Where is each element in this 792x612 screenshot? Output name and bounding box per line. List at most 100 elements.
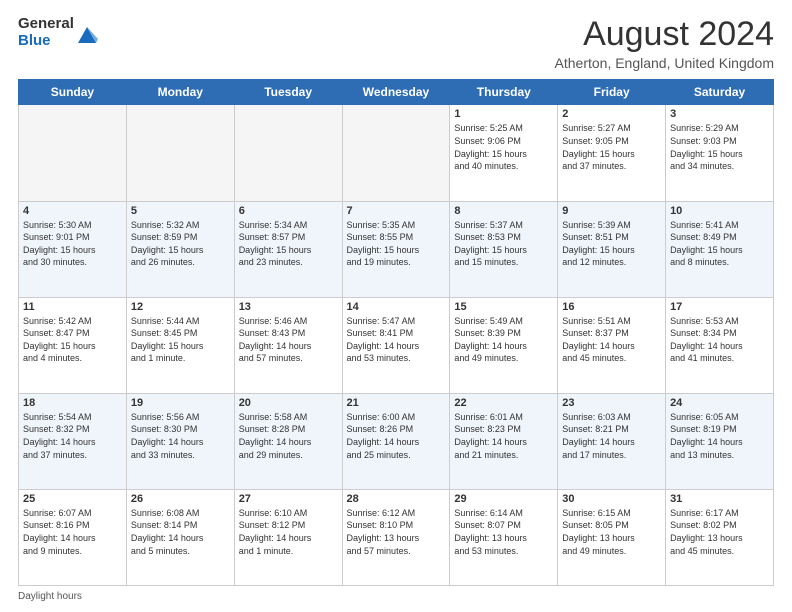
day-info: Sunrise: 5:46 AM Sunset: 8:43 PM Dayligh… [239,315,338,365]
title-section: August 2024 Atherton, England, United Ki… [555,16,774,71]
calendar-week-row: 25 Sunrise: 6:07 AM Sunset: 8:16 PM Dayli… [19,489,774,585]
day-number: 11 [23,301,122,313]
day-info: Sunrise: 6:08 AM Sunset: 8:14 PM Dayligh… [131,507,230,557]
logo: General Blue [18,16,98,49]
day-info: Sunrise: 5:47 AM Sunset: 8:41 PM Dayligh… [347,315,446,365]
calendar-day-header: Friday [558,80,666,105]
day-number: 5 [131,205,230,217]
calendar-cell: 7Sunrise: 5:35 AM Sunset: 8:55 PM Daylig… [342,201,450,297]
calendar-cell: 19 Sunrise: 5:56 AM Sunset: 8:30 PM Dayli… [126,393,234,489]
day-info: Sunrise: 5:41 AM Sunset: 8:49 PM Dayligh… [670,219,769,269]
page: General Blue August 2024 Atherton, Engla… [0,0,792,612]
calendar-cell: 5Sunrise: 5:32 AM Sunset: 8:59 PM Daylig… [126,201,234,297]
calendar-day-header: Sunday [19,80,127,105]
calendar-cell: 16 Sunrise: 5:51 AM Sunset: 8:37 PM Dayli… [558,297,666,393]
day-info: Sunrise: 5:54 AM Sunset: 8:32 PM Dayligh… [23,411,122,461]
calendar-cell: 31Sunrise: 6:17 AM Sunset: 8:02 PM Dayli… [666,489,774,585]
day-info: Sunrise: 6:14 AM Sunset: 8:07 PM Dayligh… [454,507,553,557]
footer: Daylight hours [18,591,774,602]
day-number: 15 [454,301,553,313]
day-info: Sunrise: 6:10 AM Sunset: 8:12 PM Dayligh… [239,507,338,557]
calendar-cell [19,105,127,201]
day-number: 29 [454,493,553,505]
day-number: 14 [347,301,446,313]
day-number: 10 [670,205,769,217]
day-number: 9 [562,205,661,217]
header-row: SundayMondayTuesdayWednesdayThursdayFrid… [19,80,774,105]
day-number: 13 [239,301,338,313]
day-number: 18 [23,397,122,409]
calendar-day-header: Tuesday [234,80,342,105]
day-info: Sunrise: 6:17 AM Sunset: 8:02 PM Dayligh… [670,507,769,557]
calendar-cell: 13 Sunrise: 5:46 AM Sunset: 8:43 PM Dayli… [234,297,342,393]
logo-icon [76,25,98,47]
day-number: 19 [131,397,230,409]
day-number: 12 [131,301,230,313]
day-number: 7 [347,205,446,217]
day-number: 21 [347,397,446,409]
day-number: 24 [670,397,769,409]
day-number: 16 [562,301,661,313]
day-info: Sunrise: 5:53 AM Sunset: 8:34 PM Dayligh… [670,315,769,365]
day-info: Sunrise: 6:07 AM Sunset: 8:16 PM Dayligh… [23,507,122,557]
calendar-week-row: 1Sunrise: 5:25 AM Sunset: 9:06 PM Daylig… [19,105,774,201]
day-info: Sunrise: 5:37 AM Sunset: 8:53 PM Dayligh… [454,219,553,269]
day-number: 4 [23,205,122,217]
calendar-body: 1Sunrise: 5:25 AM Sunset: 9:06 PM Daylig… [19,105,774,586]
calendar-week-row: 4 Sunrise: 5:30 AM Sunset: 9:01 PM Daylig… [19,201,774,297]
calendar-cell: 15 Sunrise: 5:49 AM Sunset: 8:39 PM Dayli… [450,297,558,393]
calendar-day-header: Thursday [450,80,558,105]
calendar-cell: 29 Sunrise: 6:14 AM Sunset: 8:07 PM Dayli… [450,489,558,585]
logo-general-text: General [18,16,74,33]
calendar-day-header: Saturday [666,80,774,105]
calendar-cell [234,105,342,201]
calendar-cell: 21Sunrise: 6:00 AM Sunset: 8:26 PM Dayli… [342,393,450,489]
calendar-cell: 18 Sunrise: 5:54 AM Sunset: 8:32 PM Dayli… [19,393,127,489]
day-info: Sunrise: 6:12 AM Sunset: 8:10 PM Dayligh… [347,507,446,557]
day-number: 8 [454,205,553,217]
day-info: Sunrise: 5:56 AM Sunset: 8:30 PM Dayligh… [131,411,230,461]
footer-label: Daylight hours [18,591,82,602]
calendar-cell: 11Sunrise: 5:42 AM Sunset: 8:47 PM Dayli… [19,297,127,393]
calendar-cell [342,105,450,201]
top-section: General Blue August 2024 Atherton, Engla… [18,16,774,71]
calendar-header: SundayMondayTuesdayWednesdayThursdayFrid… [19,80,774,105]
day-number: 23 [562,397,661,409]
calendar-week-row: 18 Sunrise: 5:54 AM Sunset: 8:32 PM Dayli… [19,393,774,489]
calendar-cell: 23Sunrise: 6:03 AM Sunset: 8:21 PM Dayli… [558,393,666,489]
day-number: 22 [454,397,553,409]
day-info: Sunrise: 5:49 AM Sunset: 8:39 PM Dayligh… [454,315,553,365]
day-number: 25 [23,493,122,505]
calendar-cell: 25 Sunrise: 6:07 AM Sunset: 8:16 PM Dayli… [19,489,127,585]
calendar-week-row: 11Sunrise: 5:42 AM Sunset: 8:47 PM Dayli… [19,297,774,393]
calendar-cell: 22Sunrise: 6:01 AM Sunset: 8:23 PM Dayli… [450,393,558,489]
logo-blue-text: Blue [18,33,74,50]
calendar-cell: 8 Sunrise: 5:37 AM Sunset: 8:53 PM Daylig… [450,201,558,297]
day-number: 17 [670,301,769,313]
day-number: 2 [562,108,661,120]
day-info: Sunrise: 5:44 AM Sunset: 8:45 PM Dayligh… [131,315,230,365]
calendar-day-header: Wednesday [342,80,450,105]
day-info: Sunrise: 6:05 AM Sunset: 8:19 PM Dayligh… [670,411,769,461]
main-title: August 2024 [555,16,774,53]
day-info: Sunrise: 5:30 AM Sunset: 9:01 PM Dayligh… [23,219,122,269]
day-info: Sunrise: 5:34 AM Sunset: 8:57 PM Dayligh… [239,219,338,269]
day-number: 30 [562,493,661,505]
day-info: Sunrise: 5:29 AM Sunset: 9:03 PM Dayligh… [670,122,769,172]
day-number: 3 [670,108,769,120]
calendar-cell: 12 Sunrise: 5:44 AM Sunset: 8:45 PM Dayli… [126,297,234,393]
calendar-day-header: Monday [126,80,234,105]
calendar-cell: 24 Sunrise: 6:05 AM Sunset: 8:19 PM Dayli… [666,393,774,489]
day-number: 20 [239,397,338,409]
calendar-cell: 27Sunrise: 6:10 AM Sunset: 8:12 PM Dayli… [234,489,342,585]
day-info: Sunrise: 5:51 AM Sunset: 8:37 PM Dayligh… [562,315,661,365]
day-number: 6 [239,205,338,217]
day-info: Sunrise: 5:25 AM Sunset: 9:06 PM Dayligh… [454,122,553,172]
calendar-cell: 3 Sunrise: 5:29 AM Sunset: 9:03 PM Daylig… [666,105,774,201]
subtitle: Atherton, England, United Kingdom [555,55,774,71]
calendar-cell: 17 Sunrise: 5:53 AM Sunset: 8:34 PM Dayli… [666,297,774,393]
calendar-cell: 28Sunrise: 6:12 AM Sunset: 8:10 PM Dayli… [342,489,450,585]
calendar-cell: 2Sunrise: 5:27 AM Sunset: 9:05 PM Daylig… [558,105,666,201]
calendar-cell: 6 Sunrise: 5:34 AM Sunset: 8:57 PM Daylig… [234,201,342,297]
calendar-cell: 14 Sunrise: 5:47 AM Sunset: 8:41 PM Dayli… [342,297,450,393]
